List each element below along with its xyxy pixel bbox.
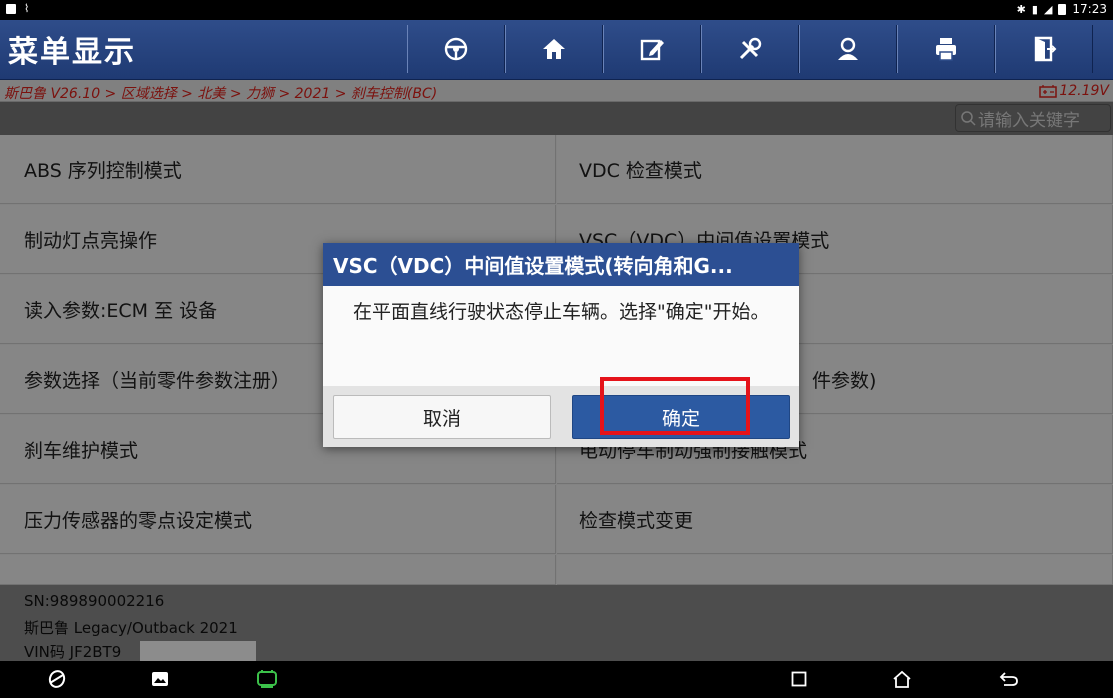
dialog-title: VSC（VDC）中间值设置模式(转向角和G...: [323, 243, 799, 286]
exit-icon: [1034, 36, 1057, 62]
usb-notification-icon: ⌇: [24, 2, 30, 15]
back-icon: [999, 672, 1018, 686]
page-title: 菜单显示: [8, 35, 136, 70]
vci-icon: [257, 670, 277, 688]
bluetooth-icon: ✱: [1016, 2, 1026, 16]
header: 菜单显示: [0, 20, 1113, 80]
gallery-button[interactable]: [147, 667, 173, 691]
signal-icon: ◢: [1043, 2, 1053, 16]
report-button[interactable]: [603, 25, 701, 73]
status-bar: ⌇ ✱ ▮ ◢ 17:23: [0, 0, 1113, 20]
home-outline-icon: [893, 670, 911, 688]
tools-button[interactable]: [701, 25, 799, 73]
vci-button[interactable]: [254, 667, 280, 691]
user-icon: [838, 37, 858, 60]
print-icon: [936, 38, 956, 61]
clock: 17:23: [1072, 2, 1107, 16]
browser-button[interactable]: [44, 667, 70, 691]
home-nav-button[interactable]: [889, 667, 915, 691]
vibrate-icon: ▮: [1031, 2, 1038, 16]
user-button[interactable]: [799, 25, 897, 73]
gallery-notification-icon: [6, 3, 16, 14]
gallery-icon: [152, 672, 168, 686]
steering-wheel-icon: [444, 37, 468, 61]
exit-button[interactable]: [995, 25, 1093, 73]
print-button[interactable]: [897, 25, 995, 73]
tools-icon: [739, 37, 762, 60]
browser-icon: [48, 670, 66, 688]
android-nav-bar: [0, 661, 1113, 698]
steering-wheel-button[interactable]: [407, 25, 505, 73]
home-icon: [543, 39, 565, 59]
back-button[interactable]: [996, 667, 1022, 691]
edit-icon: [640, 39, 664, 61]
cancel-button[interactable]: 取消: [333, 395, 551, 439]
recent-apps-icon: [791, 671, 807, 687]
highlight-box: [600, 377, 750, 435]
dialog-message: 在平面直线行驶状态停止车辆。选择"确定"开始。: [353, 301, 770, 323]
home-button[interactable]: [505, 25, 603, 73]
battery-icon: [1058, 3, 1067, 15]
recent-apps-button[interactable]: [786, 667, 812, 691]
